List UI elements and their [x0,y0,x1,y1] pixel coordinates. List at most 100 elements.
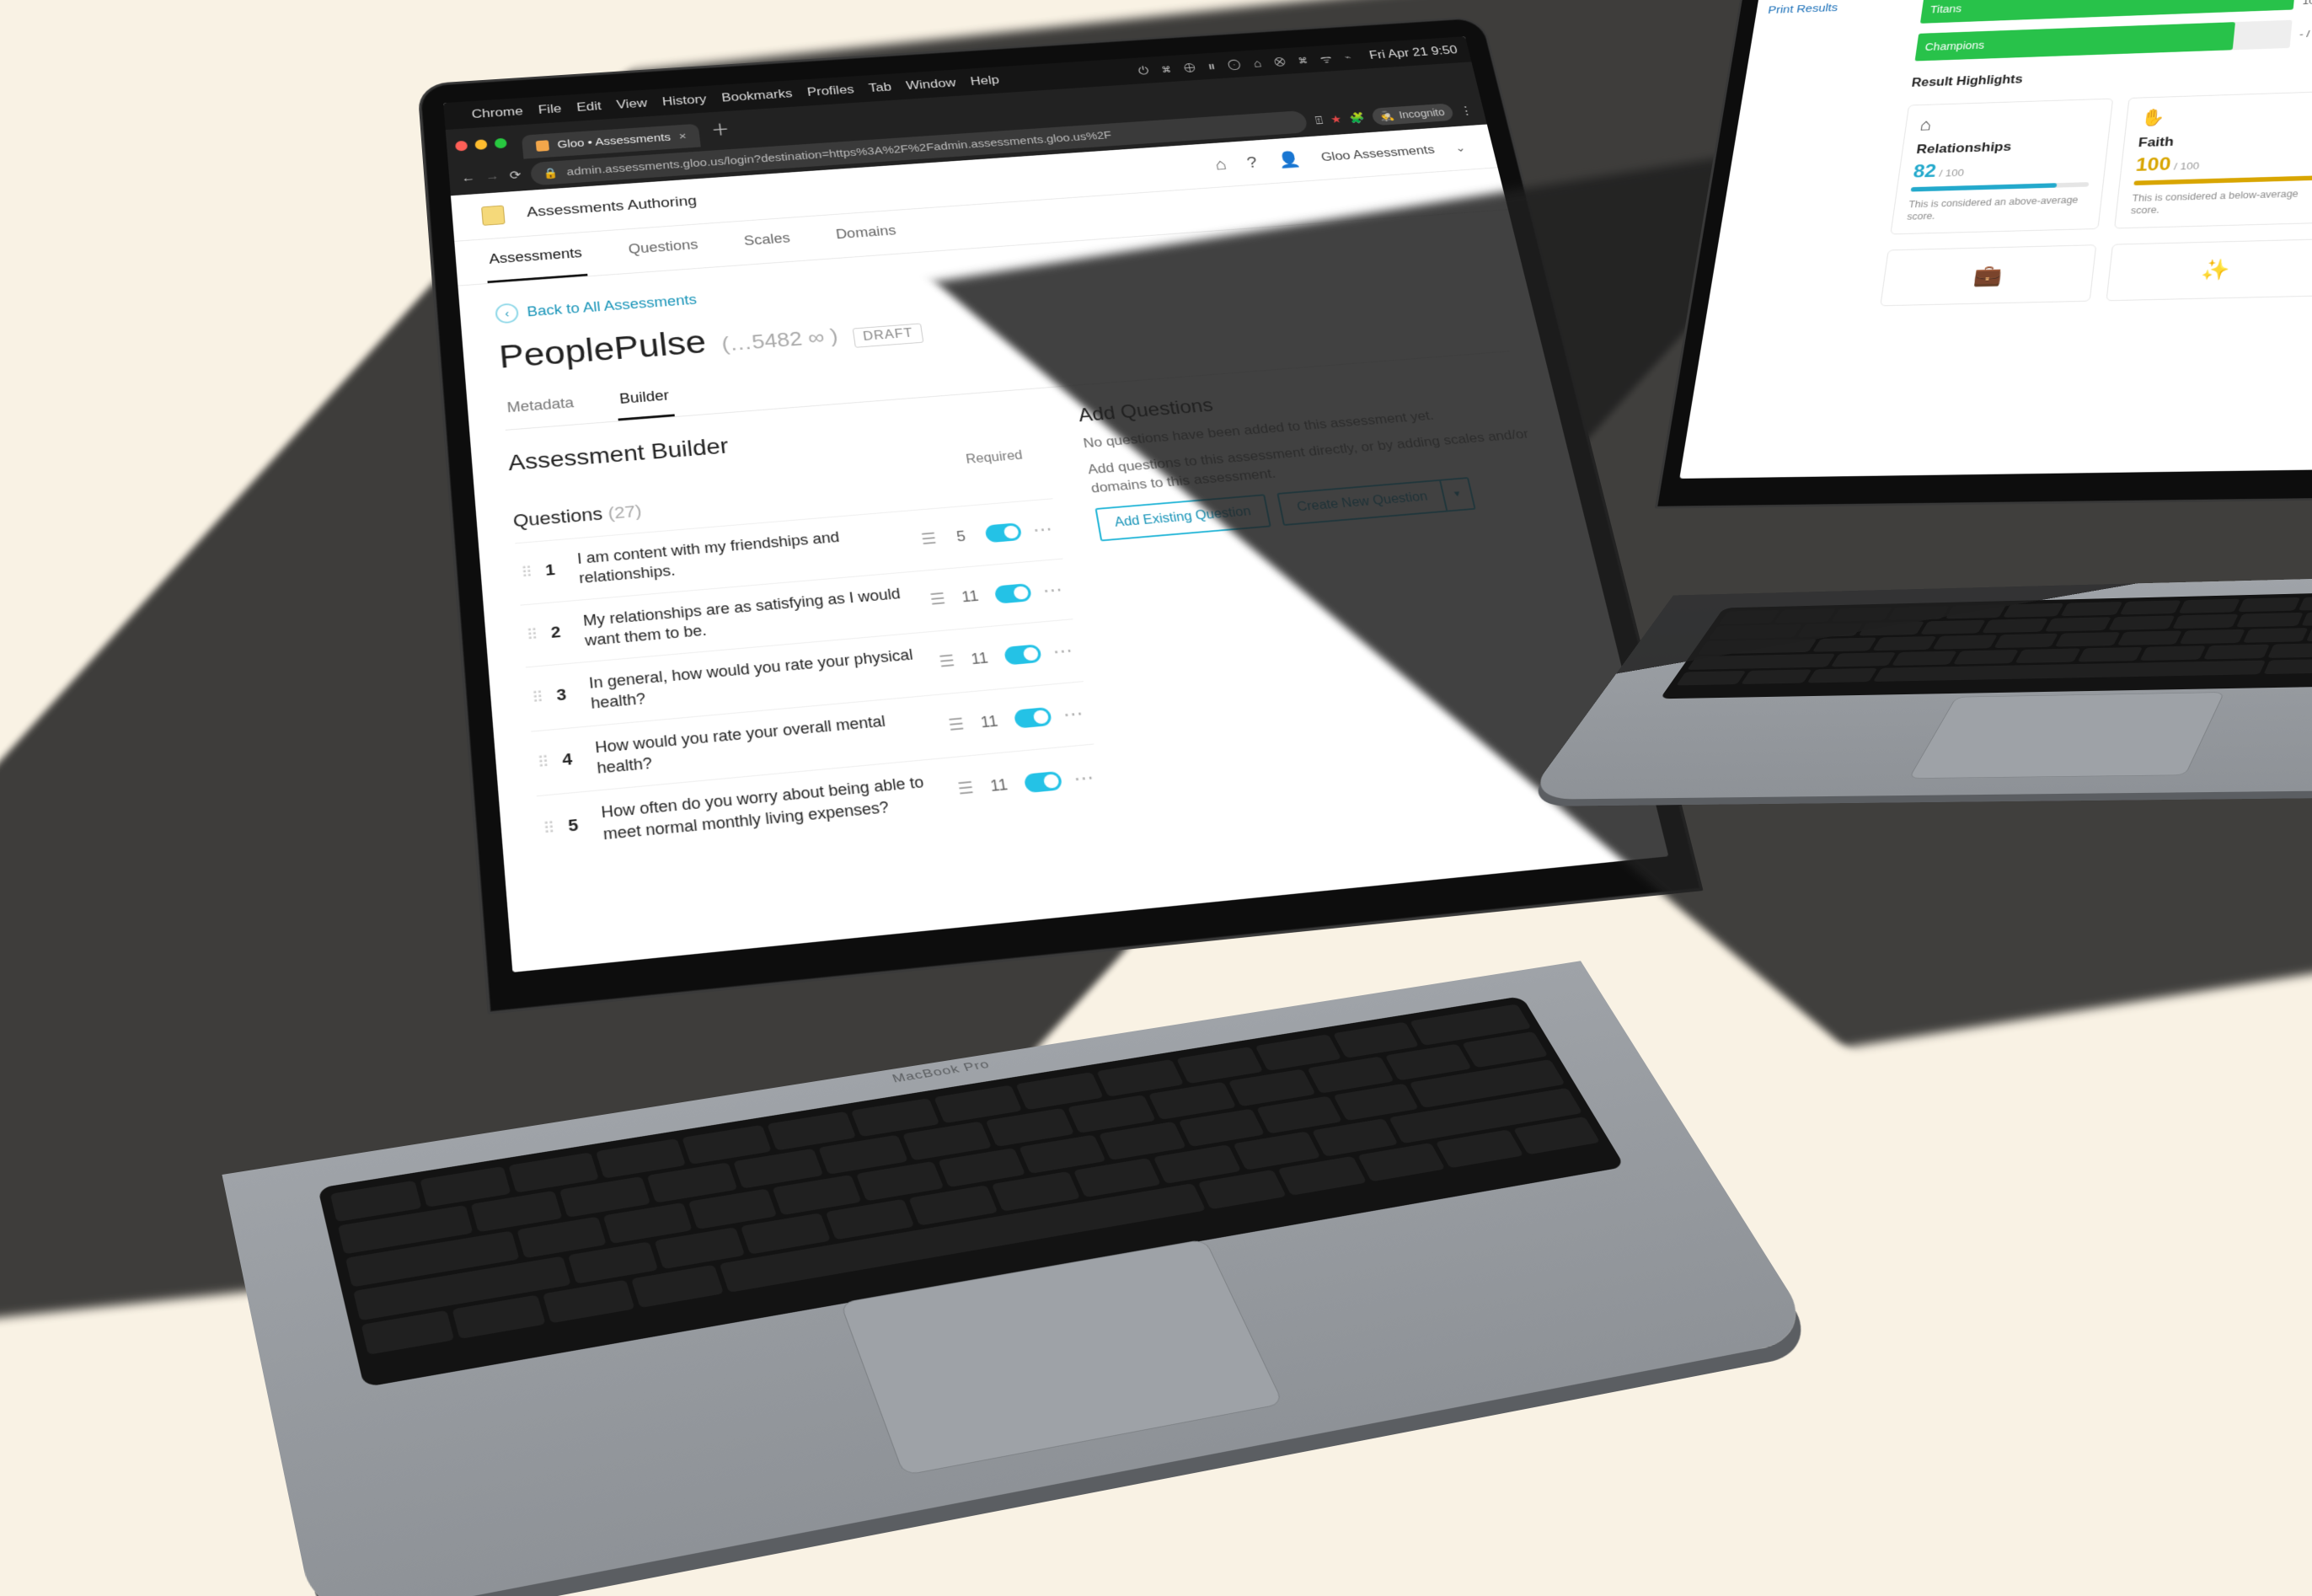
assessment-name: PeoplePulse [498,324,709,376]
print-results-link[interactable]: Print Results [1767,0,1909,18]
header-username: Gloo Assessments [1319,142,1436,164]
questions-heading: Questions [512,504,603,531]
question-number: 3 [556,686,578,706]
required-toggle[interactable] [1023,771,1062,793]
help-icon[interactable]: ? [1245,153,1259,172]
question-number: 2 [550,623,572,643]
menu-history[interactable]: History [661,92,707,109]
more-icon[interactable]: ⋯ [1062,702,1087,726]
app-title: Assessments Authoring [526,193,698,221]
minimize-icon[interactable] [474,139,487,150]
tab-assessments[interactable]: Assessments [484,232,587,283]
list-icon[interactable]: ☰ [938,651,956,672]
trackpad [1908,692,2224,779]
share-icon[interactable]: ⍐ [1314,115,1325,126]
nav-reload-icon[interactable]: ⟳ [509,168,522,183]
lock-icon: 🔒 [543,166,559,179]
highlights-heading: Result Highlights [1911,62,2312,90]
drag-handle-icon[interactable]: ⠿ [526,626,538,644]
tile-score: 100 [2135,154,2172,176]
bar-pct: - / 85% [2299,26,2312,39]
drag-handle-icon[interactable]: ⠿ [543,819,556,838]
list-icon[interactable]: ☰ [956,779,975,800]
user-icon[interactable]: 👤 [1276,150,1303,169]
tab-scales[interactable]: Scales [738,217,796,265]
extensions-icon[interactable]: 🧩 [1348,111,1366,125]
tile-note: This is considered an above-average scor… [1906,195,2087,223]
domain-bar: Champions - / 85% [1915,18,2312,61]
maximize-icon[interactable] [495,138,507,149]
menu-help[interactable]: Help [970,73,1001,89]
tile-score: 82 [1912,161,1937,182]
favicon-icon [536,140,549,152]
tab-title: Gloo • Assessments [557,131,672,151]
home-icon: ⌂ [1919,110,2097,135]
menu-file[interactable]: File [538,102,562,117]
assessment-id: (…5482 ∞ ) [720,324,839,356]
list-icon[interactable]: ☰ [947,715,966,736]
window-controls[interactable] [455,138,507,152]
kebab-icon[interactable]: ⋮ [1458,104,1474,117]
new-tab-button[interactable]: ＋ [701,116,739,141]
highlight-tile[interactable]: ⌂ Relationships 82/ 100 This is consider… [1890,99,2113,235]
drag-handle-icon[interactable]: ⠿ [532,689,544,707]
highlight-tile-placeholder[interactable]: 💼 [1880,244,2096,306]
chevron-down-icon[interactable]: ⌄ [1453,142,1467,155]
subtab-builder[interactable]: Builder [614,377,675,421]
tab-questions[interactable]: Questions [623,223,704,273]
question-choice-count: 11 [976,712,1003,732]
status-badge: DRAFT [853,323,924,347]
hand-icon: ✋ [2140,103,2312,128]
menu-window[interactable]: Window [905,76,956,93]
tile-note: This is considered a below-average score… [2130,188,2312,217]
home-icon[interactable]: ⌂ [1213,155,1228,174]
drag-handle-icon[interactable]: ⠿ [521,565,533,581]
menu-bookmarks[interactable]: Bookmarks [720,87,793,105]
menu-profiles[interactable]: Profiles [806,83,855,99]
list-icon[interactable]: ☰ [929,590,946,610]
menu-view[interactable]: View [616,96,648,112]
bar-pct: 7 / 100% [2302,0,2312,7]
menu-chrome[interactable]: Chrome [471,104,523,122]
menu-edit[interactable]: Edit [576,99,602,115]
question-number: 5 [567,815,590,836]
domain-bar: Titans 7 / 100% [1920,0,2312,24]
question-number: 4 [561,750,583,771]
nav-back-icon[interactable]: ← [461,172,476,185]
drag-handle-icon[interactable]: ⠿ [537,753,550,772]
back-icon: ‹ [495,303,519,324]
tile-title: Relationships [1915,137,2094,157]
required-toggle[interactable] [1013,707,1052,729]
incognito-badge: 🕵 Incognito [1371,103,1455,126]
question-choice-count: 11 [985,776,1014,796]
highlight-tile-placeholder[interactable]: ✨ [2106,238,2312,301]
nav-fwd-icon[interactable]: → [485,170,500,184]
close-icon[interactable] [455,141,468,152]
question-number: 1 [544,561,566,581]
app-logo-icon [481,206,506,226]
incognito-icon: 🕵 [1379,110,1396,122]
tab-domains[interactable]: Domains [830,210,903,258]
required-toggle[interactable] [1003,645,1042,666]
sparkle-icon: ✨ [2200,258,2231,283]
more-icon[interactable]: ⋯ [1041,579,1066,602]
questions-count: (27) [607,502,643,523]
menu-tab[interactable]: Tab [868,80,892,95]
more-icon[interactable]: ⋯ [1052,640,1077,663]
more-icon[interactable]: ⋯ [1072,766,1097,790]
more-icon[interactable]: ⋯ [1031,518,1056,541]
briefcase-icon: 💼 [1972,263,2004,287]
highlight-tile[interactable]: ✋ Faith 100/ 100 This is considered a be… [2114,91,2312,229]
mac-clock: Fri Apr 21 9:50 [1367,43,1458,62]
required-toggle[interactable] [984,522,1022,543]
star-icon[interactable]: ★ [1330,113,1343,126]
question-choice-count: 11 [956,587,984,607]
question-choice-count: 5 [947,528,974,546]
required-toggle[interactable] [993,583,1031,604]
list-icon[interactable]: ☰ [920,529,938,549]
tab-close-icon[interactable]: × [678,130,687,142]
tile-title: Faith [2138,130,2312,151]
laptop-brand: MacBook Pro [891,1058,992,1085]
subtab-metadata[interactable]: Metadata [502,383,580,429]
question-choice-count: 11 [966,649,993,668]
